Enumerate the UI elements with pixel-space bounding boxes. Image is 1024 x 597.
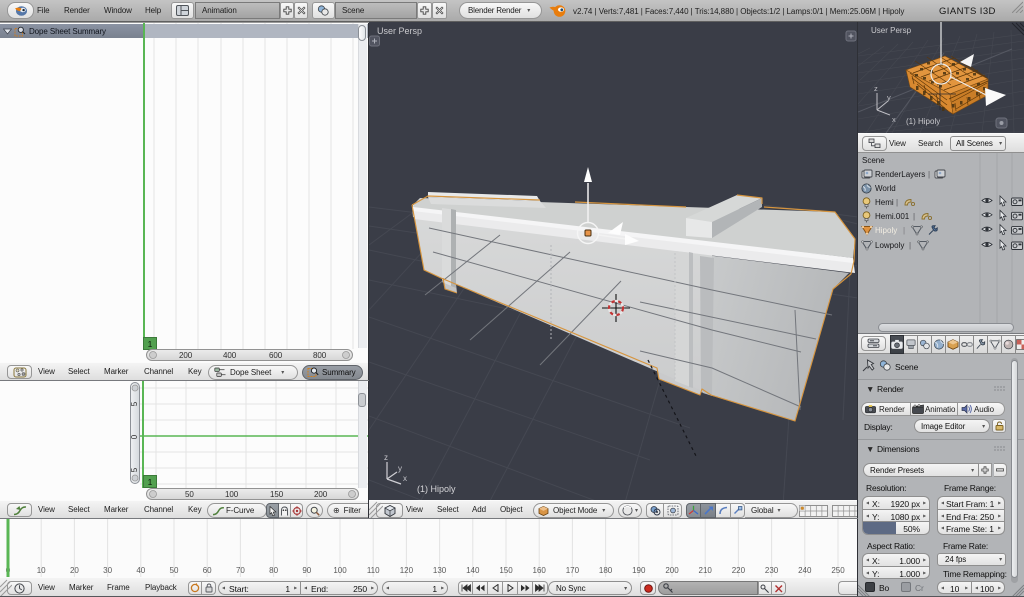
- svg-text:5: 5: [130, 401, 139, 406]
- svg-text:180: 180: [599, 566, 613, 575]
- svg-text:110: 110: [367, 566, 380, 575]
- svg-text:(1) Hipoly: (1) Hipoly: [417, 484, 456, 494]
- svg-text:170: 170: [566, 566, 580, 575]
- svg-text:250: 250: [831, 566, 845, 575]
- svg-text:150: 150: [499, 566, 513, 575]
- svg-text:z: z: [874, 84, 878, 93]
- svg-text:120: 120: [400, 566, 414, 575]
- svg-text:70: 70: [236, 566, 245, 575]
- svg-text:0: 0: [130, 434, 139, 439]
- svg-text:y: y: [887, 93, 891, 102]
- svg-text:x: x: [403, 474, 407, 483]
- svg-text:200: 200: [665, 566, 679, 575]
- svg-text:230: 230: [765, 566, 779, 575]
- svg-text:y: y: [398, 464, 402, 473]
- svg-text:User Persp: User Persp: [871, 26, 912, 35]
- svg-text:20: 20: [70, 566, 79, 575]
- svg-text:60: 60: [203, 566, 212, 575]
- svg-text:160: 160: [533, 566, 547, 575]
- svg-text:40: 40: [136, 566, 145, 575]
- svg-text:30: 30: [103, 566, 112, 575]
- svg-text:z: z: [384, 453, 388, 462]
- svg-text:5: 5: [130, 467, 139, 472]
- svg-text:210: 210: [699, 566, 713, 575]
- svg-text:x: x: [892, 115, 896, 124]
- svg-text:User Persp: User Persp: [377, 26, 422, 36]
- svg-text:240: 240: [798, 566, 812, 575]
- svg-text:50: 50: [170, 566, 179, 575]
- svg-text:80: 80: [269, 566, 278, 575]
- svg-text:100: 100: [333, 566, 347, 575]
- svg-text:220: 220: [732, 566, 746, 575]
- svg-text:190: 190: [632, 566, 646, 575]
- svg-text:140: 140: [466, 566, 480, 575]
- svg-text:130: 130: [433, 566, 447, 575]
- svg-text:(1) Hipoly: (1) Hipoly: [906, 117, 940, 126]
- svg-text:90: 90: [302, 566, 311, 575]
- svg-text:10: 10: [37, 566, 46, 575]
